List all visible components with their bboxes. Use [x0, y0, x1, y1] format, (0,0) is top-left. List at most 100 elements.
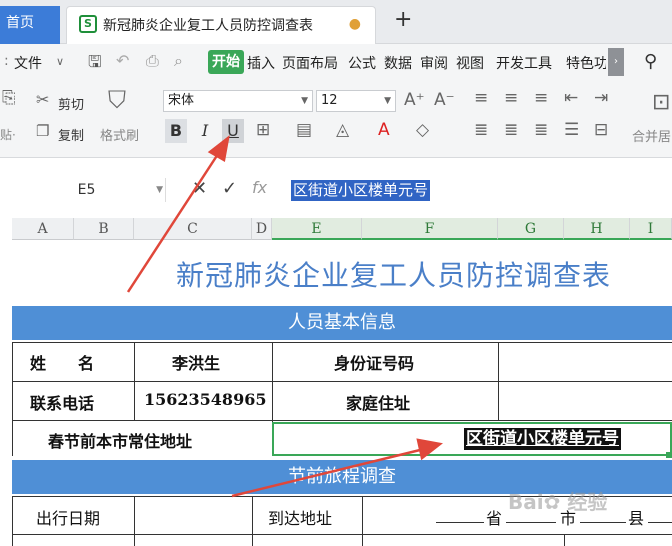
new-tab-button[interactable]: +	[394, 9, 412, 31]
indent-decrease-icon[interactable]: ⇤	[564, 88, 578, 108]
grid-line	[12, 342, 672, 343]
menu-page-layout[interactable]: 页面布局	[282, 53, 338, 73]
align-left-icon[interactable]: ≣	[474, 120, 488, 140]
menu-more-button[interactable]: ›	[608, 48, 624, 76]
chevron-down-icon[interactable]: ∨	[56, 55, 64, 68]
menu-insert[interactable]: 插入	[247, 53, 275, 73]
format-painter-icon[interactable]: ⛉	[108, 86, 126, 114]
decrease-font-icon[interactable]: A⁻	[434, 90, 455, 110]
borders-icon[interactable]: ⊞	[256, 120, 270, 140]
menu-features[interactable]: 特色功	[566, 53, 606, 73]
copy-icon[interactable]: ❐	[36, 122, 49, 140]
grid-line	[252, 496, 253, 546]
paste-icon[interactable]: ⎘	[2, 88, 16, 108]
underline-button[interactable]: U	[222, 119, 244, 143]
menu-bar: : 文件 ∨ 🖫 ↶ ⎙ ⌕ 开始 插入 页面布局 公式 数据 审阅 视图 开发…	[0, 44, 672, 80]
menu-review[interactable]: 审阅	[420, 53, 448, 73]
scissors-icon[interactable]: ✂	[36, 90, 49, 109]
align-right-icon[interactable]: ≣	[534, 120, 548, 140]
cancel-edit-icon[interactable]: ✕	[192, 178, 207, 199]
label-county: 县	[628, 509, 645, 528]
blank-line	[580, 522, 626, 523]
label-travel-date: 出行日期	[36, 509, 101, 528]
font-size-value: 12	[321, 93, 338, 108]
sheet-title: 新冠肺炎企业复工人员防控调查表	[176, 259, 612, 292]
label-province: 省	[486, 509, 503, 528]
column-header-g[interactable]: G	[498, 218, 564, 240]
fill-handle[interactable]	[666, 452, 672, 458]
value-phone[interactable]: 15623548965	[144, 390, 266, 409]
formula-bar: E5 ▼ ✕ ✓ fx 区街道小区楼单元号	[0, 166, 672, 212]
label-destination: 到达地址	[268, 509, 333, 528]
menu-file[interactable]: 文件	[14, 53, 42, 73]
column-header-i[interactable]: I	[630, 218, 672, 240]
insert-function-icon[interactable]: fx	[252, 178, 267, 197]
column-header-f[interactable]: F	[362, 218, 498, 240]
confirm-edit-icon[interactable]: ✓	[222, 178, 237, 199]
merge-cells-icon[interactable]: ⊡	[652, 90, 670, 115]
grid-line	[12, 342, 13, 456]
blank-line	[506, 522, 556, 523]
cell-name-box[interactable]: E5 ▼	[8, 178, 166, 202]
chevron-down-icon: ▼	[301, 96, 308, 106]
menu-data[interactable]: 数据	[384, 53, 412, 73]
section-header-basic-info: 人员基本信息	[12, 306, 672, 340]
bold-button[interactable]: B	[165, 119, 187, 143]
search-icon[interactable]: ⚲	[644, 51, 657, 72]
grid-line	[362, 496, 363, 546]
menu-formula[interactable]: 公式	[348, 53, 376, 73]
grid-line	[498, 342, 499, 420]
font-size-select[interactable]: 12 ▼	[316, 90, 396, 112]
tab-document[interactable]: S 新冠肺炎企业复工人员防控调查表 ●	[66, 6, 376, 44]
grid-line	[12, 534, 672, 535]
justify-icon[interactable]: ☰	[564, 120, 579, 140]
font-color-icon[interactable]: A	[378, 120, 390, 140]
align-top-icon[interactable]: ≡	[474, 88, 488, 108]
value-name[interactable]: 李洪生	[172, 350, 220, 374]
clear-format-icon[interactable]: ◇	[416, 120, 429, 140]
align-bottom-icon[interactable]: ≡	[534, 88, 548, 108]
column-header-c[interactable]: C	[134, 218, 252, 240]
grid-line	[134, 496, 135, 546]
label-resident-address: 春节前本市常住地址	[48, 432, 193, 451]
align-center-icon[interactable]: ≣	[504, 120, 518, 140]
watermark-logo: Bai✿ 经验	[508, 490, 608, 514]
cut-button[interactable]: 剪切	[58, 94, 84, 113]
print-icon[interactable]: ⎙	[146, 51, 159, 71]
formula-input[interactable]: 区街道小区楼单元号	[291, 180, 431, 201]
italic-button[interactable]: I	[194, 119, 216, 143]
fill-style-icon[interactable]: ▤	[296, 120, 312, 140]
font-name-select[interactable]: 宋体 ▼	[163, 90, 313, 112]
align-middle-icon[interactable]: ≡	[504, 88, 518, 108]
print-preview-icon[interactable]: ⌕	[174, 51, 183, 71]
indent-increase-icon[interactable]: ⇥	[594, 88, 608, 108]
tab-home[interactable]: 首页	[0, 6, 60, 44]
menu-developer[interactable]: 开发工具	[496, 53, 552, 73]
blank-line	[436, 522, 484, 523]
column-header-b[interactable]: B	[74, 218, 134, 240]
font-name-value: 宋体	[168, 93, 195, 108]
menu-start[interactable]: 开始	[208, 50, 244, 74]
tab-bar: 首页 S 新冠肺炎企业复工人员防控调查表 ● +	[0, 0, 672, 44]
format-painter-button[interactable]: 格式刷	[100, 125, 139, 144]
value-resident-address[interactable]: 区街道小区楼单元号	[464, 428, 621, 450]
distribute-icon[interactable]: ⊟	[594, 120, 608, 140]
copy-button[interactable]: 复制	[58, 125, 84, 144]
paste-label: 贴·	[0, 128, 16, 142]
column-header-a[interactable]: A	[12, 218, 74, 240]
undo-icon[interactable]: ↶	[116, 51, 129, 70]
spreadsheet-icon: S	[79, 15, 97, 33]
grid-line	[12, 381, 672, 382]
fill-color-icon[interactable]: ◬	[336, 120, 349, 140]
save-icon[interactable]: 🖫	[88, 51, 102, 78]
column-header-e[interactable]: E	[272, 218, 362, 240]
increase-font-icon[interactable]: A⁺	[404, 90, 425, 110]
unsaved-indicator-icon: ●	[348, 16, 361, 32]
column-header-h[interactable]: H	[564, 218, 630, 240]
column-header-d[interactable]: D	[252, 218, 272, 240]
chevron-down-icon: ▼	[156, 185, 163, 195]
merge-cells-button[interactable]: 合并居	[632, 126, 672, 145]
grid-line	[564, 534, 565, 546]
grid-line	[12, 496, 13, 546]
menu-view[interactable]: 视图	[456, 53, 484, 73]
